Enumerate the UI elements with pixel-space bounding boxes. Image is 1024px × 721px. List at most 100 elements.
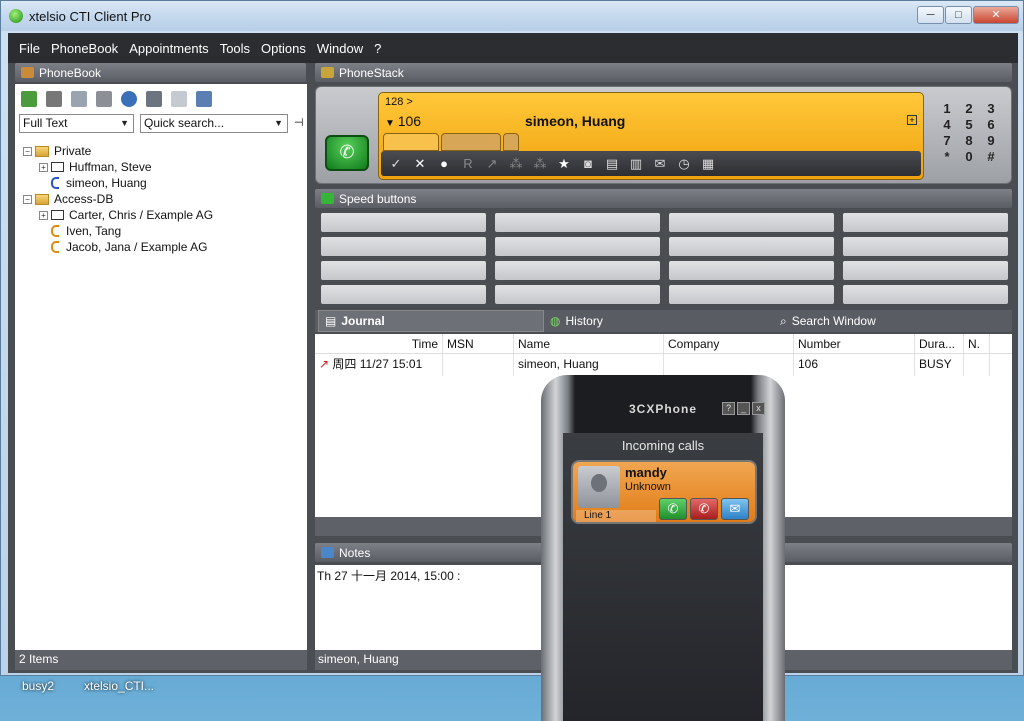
- key-8[interactable]: 8: [959, 133, 979, 148]
- column-header-duration[interactable]: Dura...: [915, 334, 964, 353]
- column-header-msn[interactable]: MSN: [443, 334, 514, 353]
- incoming-call-card[interactable]: mandy Unknown Line 1 ✆ ✆ ✉: [571, 460, 757, 524]
- speed-button[interactable]: [495, 237, 660, 256]
- column-header-company[interactable]: Company: [664, 334, 794, 353]
- tree-node-contact[interactable]: simeon, Huang: [23, 175, 307, 191]
- delete-icon[interactable]: [46, 91, 62, 107]
- speed-button[interactable]: [321, 213, 486, 232]
- dial-button[interactable]: ✆: [325, 135, 369, 171]
- column-header-name[interactable]: Name: [514, 334, 664, 353]
- column-header-number[interactable]: Number: [794, 334, 915, 353]
- message-icon[interactable]: ✉: [721, 498, 749, 520]
- tab-history[interactable]: ◍ History: [544, 310, 774, 332]
- conference2-icon[interactable]: ⁂: [533, 156, 547, 172]
- line-extension[interactable]: ▼ 106: [385, 113, 421, 129]
- key-6[interactable]: 6: [981, 117, 1001, 132]
- key-2[interactable]: 2: [959, 101, 979, 116]
- line-tab-2[interactable]: [441, 133, 501, 151]
- tab-search-window[interactable]: ⌕ Search Window: [774, 310, 876, 332]
- key-5[interactable]: 5: [959, 117, 979, 132]
- desktop-icon-xtelsio[interactable]: xtelsio_CTI...: [84, 679, 154, 693]
- tree-node-contact[interactable]: + Carter, Chris / Example AG: [23, 207, 307, 223]
- collapse-icon[interactable]: −: [23, 194, 32, 204]
- minimize-button[interactable]: ─: [917, 6, 944, 24]
- book-icon[interactable]: ▥: [629, 156, 643, 172]
- speed-button[interactable]: [843, 237, 1008, 256]
- speed-button[interactable]: [669, 261, 834, 280]
- pin-icon[interactable]: ⊣: [294, 114, 304, 133]
- line-tab-1[interactable]: [383, 133, 439, 151]
- menu-tools[interactable]: Tools: [220, 41, 250, 56]
- copy-icon[interactable]: [71, 91, 87, 107]
- transfer-icon[interactable]: ↗: [485, 156, 499, 172]
- quick-search-combo[interactable]: Quick search... ▼: [140, 114, 288, 133]
- column-header-n[interactable]: N.: [964, 334, 990, 353]
- contact-icon[interactable]: ▤: [605, 156, 619, 172]
- key-star[interactable]: *: [937, 149, 957, 164]
- hold-icon[interactable]: ●: [437, 156, 451, 171]
- active-line[interactable]: 128 > ▼ 106 simeon, Huang + ✓ ✕ ● R ↗ ⁂ …: [378, 92, 924, 180]
- line-tab-3[interactable]: [503, 133, 519, 151]
- key-hash[interactable]: #: [981, 149, 1001, 164]
- properties-icon[interactable]: [146, 91, 162, 107]
- tab-journal[interactable]: ▤ Journal: [318, 310, 544, 332]
- add-contact-icon[interactable]: [21, 91, 37, 107]
- speed-button[interactable]: [843, 261, 1008, 280]
- expand-icon[interactable]: +: [907, 115, 917, 125]
- desktop-icon-busy2[interactable]: busy2: [22, 679, 54, 693]
- tree-node-private[interactable]: − Private: [23, 143, 307, 159]
- redial-icon[interactable]: R: [461, 156, 475, 171]
- speed-button[interactable]: [669, 237, 834, 256]
- key-3[interactable]: 3: [981, 101, 1001, 116]
- menu-appointments[interactable]: Appointments: [129, 41, 209, 56]
- speed-button[interactable]: [669, 285, 834, 304]
- menu-window[interactable]: Window: [317, 41, 363, 56]
- key-9[interactable]: 9: [981, 133, 1001, 148]
- filter-combo[interactable]: Full Text ▼: [19, 114, 134, 133]
- expand-icon[interactable]: +: [39, 162, 48, 172]
- tree-node-contact[interactable]: + Huffman, Steve: [23, 159, 307, 175]
- collapse-icon[interactable]: −: [23, 146, 32, 156]
- refresh-icon[interactable]: [121, 91, 137, 107]
- speed-button[interactable]: [669, 213, 834, 232]
- tree-node-contact[interactable]: Jacob, Jana / Example AG: [23, 239, 307, 255]
- key-7[interactable]: 7: [937, 133, 957, 148]
- menu-file[interactable]: File: [19, 41, 40, 56]
- table-row[interactable]: ↗ 周四 11/27 15:01 simeon, Huang 106 BUSY: [315, 354, 1012, 376]
- tree-node-contact[interactable]: Iven, Tang: [23, 223, 307, 239]
- speed-button[interactable]: [495, 261, 660, 280]
- answer-call-icon[interactable]: ✆: [659, 498, 687, 520]
- expand-icon[interactable]: +: [39, 210, 48, 220]
- speed-button[interactable]: [321, 285, 486, 304]
- speed-button[interactable]: [843, 285, 1008, 304]
- speed-button[interactable]: [495, 285, 660, 304]
- key-0[interactable]: 0: [959, 149, 979, 164]
- sync-icon[interactable]: [196, 91, 212, 107]
- column-header-time[interactable]: Time: [315, 334, 443, 353]
- menu-options[interactable]: Options: [261, 41, 306, 56]
- accept-icon[interactable]: ✓: [389, 156, 403, 172]
- key-1[interactable]: 1: [937, 101, 957, 116]
- email-icon[interactable]: ✉: [653, 156, 667, 172]
- help-icon[interactable]: ?: [722, 402, 735, 415]
- tree-node-access-db[interactable]: − Access-DB: [23, 191, 307, 207]
- menu-phonebook[interactable]: PhoneBook: [51, 41, 118, 56]
- key-4[interactable]: 4: [937, 117, 957, 132]
- clock-icon[interactable]: ◷: [677, 156, 691, 172]
- paste-icon[interactable]: [96, 91, 112, 107]
- speed-button[interactable]: [321, 237, 486, 256]
- speed-button[interactable]: [495, 213, 660, 232]
- close-icon[interactable]: x: [752, 402, 765, 415]
- maximize-button[interactable]: □: [945, 6, 972, 24]
- menu-help[interactable]: ?: [374, 41, 381, 56]
- record-icon[interactable]: ◙: [581, 156, 595, 171]
- speed-button[interactable]: [321, 261, 486, 280]
- speed-button[interactable]: [843, 213, 1008, 232]
- mail-icon[interactable]: [171, 91, 187, 107]
- reject-call-icon[interactable]: ✆: [690, 498, 718, 520]
- favorite-icon[interactable]: ★: [557, 156, 571, 172]
- minimize-icon[interactable]: _: [737, 402, 750, 415]
- close-button[interactable]: ✕: [973, 6, 1019, 24]
- hangup-icon[interactable]: ✕: [413, 156, 427, 172]
- conference-icon[interactable]: ⁂: [509, 156, 523, 172]
